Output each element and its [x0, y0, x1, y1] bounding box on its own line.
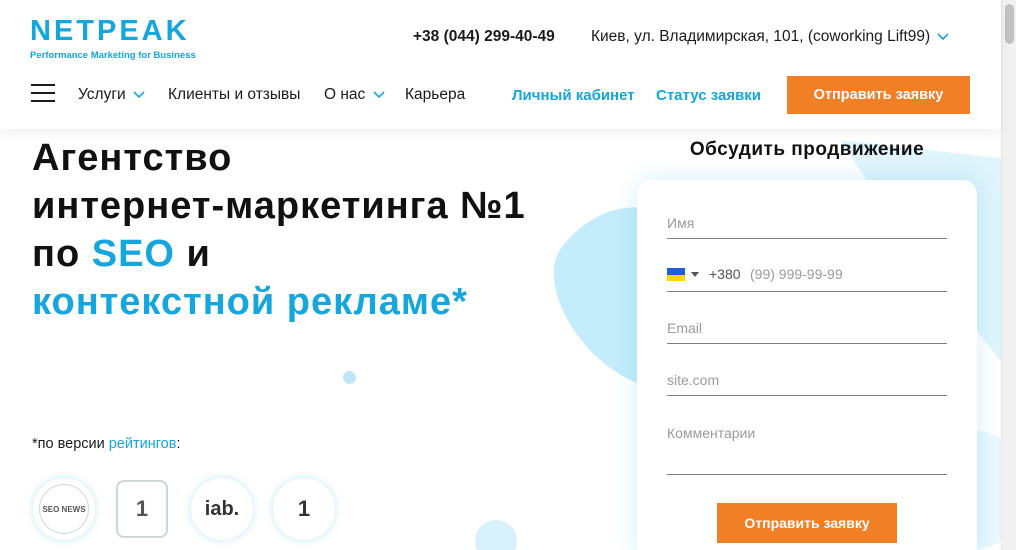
nav-item-clients[interactable]: Клиенты и отзывы	[168, 86, 300, 104]
ratings-link[interactable]: рейтингов	[109, 436, 177, 452]
logo-text: NETPEAK	[30, 15, 190, 47]
nav-item-label: Карьера	[405, 86, 466, 103]
contact-form: +380 Отправить заявку	[637, 180, 977, 550]
rating-badge-iab[interactable]: iab.	[191, 478, 253, 540]
badge-text: iab.	[204, 497, 240, 520]
chevron-down-icon	[937, 33, 950, 41]
form-submit-button[interactable]: Отправить заявку	[717, 503, 897, 543]
nav-item-label: О нас	[324, 86, 366, 103]
chevron-down-icon	[373, 91, 385, 99]
hero-line-3-pre: по	[32, 233, 92, 275]
form-title: Обсудить продвижение	[689, 139, 925, 160]
hero-line-3-post: и	[174, 233, 211, 275]
rating-badge-runet[interactable]: 1	[273, 478, 335, 540]
rating-note: *по версии рейтингов:	[32, 436, 180, 452]
hero-line-4-accent: контекстной рекламе*	[32, 281, 468, 323]
badge-seonews-inner: SEO NEWS	[39, 484, 89, 534]
site-header: NETPEAK Performance Marketing for Busine…	[0, 0, 1001, 129]
nav-item-label: Клиенты и отзывы	[168, 86, 301, 103]
phone-link[interactable]: +38 (044) 299-40-49	[413, 28, 555, 46]
badge-ruward-inner: 1	[116, 480, 168, 538]
name-input[interactable]	[667, 213, 947, 239]
rating-badge-ruward[interactable]: 1	[111, 478, 173, 540]
hero-title: Агентство интернет-маркетинга №1 по SEO …	[32, 134, 612, 326]
badge-number: 1	[297, 496, 311, 521]
caret-down-icon[interactable]	[691, 272, 699, 277]
nav-item-career[interactable]: Карьера	[405, 86, 465, 104]
scrollbar-thumb[interactable]	[1005, 4, 1014, 44]
ukraine-flag-icon[interactable]	[667, 268, 685, 281]
hero-seo-accent: SEO	[91, 233, 175, 275]
rating-note-suffix: :	[176, 436, 181, 452]
page-scrollbar[interactable]	[1001, 0, 1016, 550]
email-input[interactable]	[667, 318, 947, 344]
badge-number: 1	[135, 496, 149, 521]
nav-item-label: Услуги	[78, 86, 126, 103]
request-status-link[interactable]: Статус заявки	[656, 87, 761, 104]
office-address: Киев, ул. Владимирская, 101, (coworking …	[591, 28, 931, 45]
comment-textarea[interactable]	[667, 425, 947, 475]
account-link[interactable]: Личный кабинет	[512, 87, 635, 104]
logo-tagline: Performance Marketing for Business	[30, 50, 196, 61]
hero-line-1: Агентство	[32, 137, 233, 179]
slider-dot[interactable]	[343, 371, 356, 384]
nav-item-about[interactable]: О нас	[324, 86, 385, 104]
header-submit-request-button[interactable]: Отправить заявку	[787, 76, 970, 114]
rating-note-prefix: *по версии	[32, 436, 109, 452]
chevron-down-icon	[133, 91, 145, 99]
phone-input[interactable]	[750, 266, 940, 282]
site-input[interactable]	[667, 370, 947, 396]
nav-item-services[interactable]: Услуги	[78, 86, 145, 104]
office-address-selector[interactable]: Киев, ул. Владимирская, 101, (coworking …	[591, 28, 950, 46]
phone-field: +380	[667, 264, 947, 292]
badge-text: SEO NEWS	[42, 504, 86, 514]
decorative-circle	[475, 520, 517, 550]
menu-burger-icon[interactable]	[31, 84, 55, 102]
hero-line-2: интернет-маркетинга №1	[32, 185, 526, 227]
phone-prefix: +380	[709, 266, 741, 282]
rating-badge-seonews[interactable]: SEO NEWS	[33, 478, 95, 540]
logo[interactable]: NETPEAK Performance Marketing for Busine…	[30, 16, 200, 62]
